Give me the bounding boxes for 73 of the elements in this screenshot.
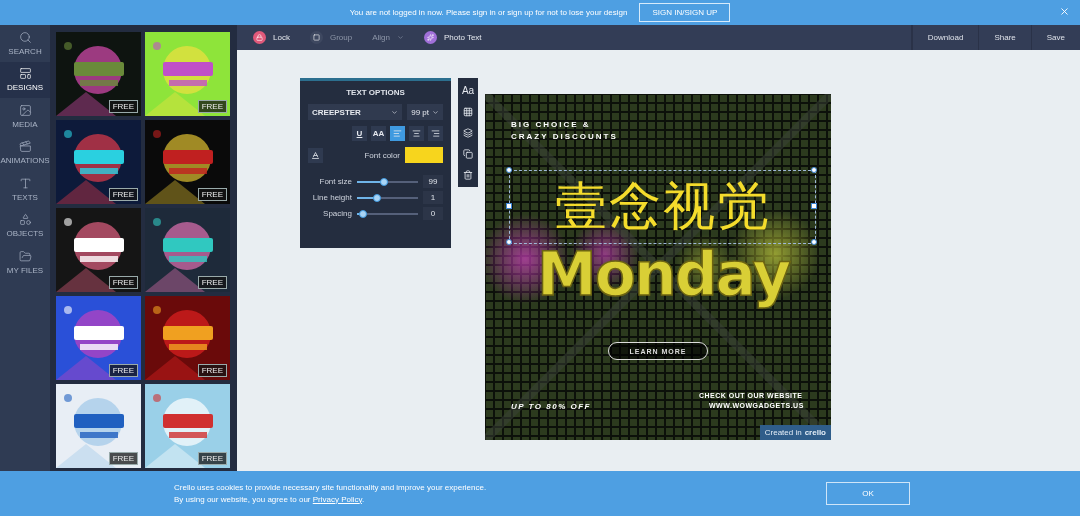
font-color-label: Font color [364, 150, 400, 160]
design-text: UP TO 80% OFF [511, 402, 591, 412]
free-badge: FREE [108, 452, 138, 465]
resize-handle[interactable] [506, 239, 512, 245]
media-icon [18, 103, 32, 117]
align-left-icon [393, 129, 402, 138]
lock-icon [253, 31, 266, 44]
slider-thumb[interactable] [380, 177, 389, 186]
photo-button[interactable]: Photo Text [413, 31, 492, 44]
size-dropdown[interactable]: 99 pt [407, 104, 443, 120]
login-notice: You are not logged in now. Please sign in or sign up for not to lose your design [349, 8, 628, 17]
created-in-badge: Created in crello [759, 425, 831, 440]
design-title: Monday [537, 239, 790, 309]
font-dropdown[interactable]: CREEPSTER [308, 104, 403, 120]
sidebar-item[interactable]: MEDIA [0, 98, 50, 135]
sidebar-item[interactable]: SEARCH [0, 25, 50, 62]
font-color-swatch[interactable] [405, 147, 443, 163]
slider-label: Spacing [322, 209, 352, 218]
style-button[interactable]: AA [371, 126, 386, 141]
free-badge: FREE [197, 100, 227, 113]
toolbar-button[interactable]: Save [1030, 25, 1080, 50]
texts-icon [18, 176, 32, 190]
sidebar-item[interactable]: MY FILES [0, 244, 50, 281]
text-effect-button[interactable] [308, 147, 323, 163]
design-text: BIG CHOICE & [511, 120, 591, 130]
free-badge: FREE [197, 452, 227, 465]
sidebar-item[interactable]: TEXTS [0, 171, 50, 208]
text-baseline-icon [311, 150, 320, 160]
free-badge: FREE [197, 364, 227, 377]
slider-value[interactable]: 0 [423, 207, 443, 220]
free-badge: FREE [108, 188, 138, 201]
free-badge: FREE [108, 276, 138, 289]
style-button[interactable]: U [352, 126, 367, 141]
slider-value[interactable]: 99 [423, 175, 443, 188]
resize-handle[interactable] [506, 167, 512, 173]
sidebar-item[interactable]: DESIGNS [0, 61, 50, 98]
free-badge: FREE [108, 364, 138, 377]
design-text: CRAZY DISCOUNTS [511, 132, 618, 142]
text-tool[interactable]: Aa [458, 80, 478, 101]
align-center-icon [412, 129, 421, 138]
caret-icon [391, 108, 399, 116]
resize-handle[interactable] [811, 239, 817, 245]
resize-handle[interactable] [506, 203, 512, 209]
slider-label: Font size [318, 177, 352, 186]
files-icon [18, 249, 32, 263]
group-icon [309, 31, 323, 44]
toolbar-button[interactable]: Share [978, 25, 1031, 50]
resize-handle[interactable] [811, 203, 817, 209]
free-badge: FREE [197, 188, 227, 201]
slider-thumb[interactable] [359, 209, 368, 218]
align-right-button[interactable] [428, 126, 443, 141]
objects-icon [18, 213, 32, 227]
panel-title: TEXT OPTIONS [345, 87, 406, 99]
free-badge: FREE [108, 100, 138, 113]
close-icon[interactable] [1059, 6, 1070, 17]
align-center-button[interactable] [409, 126, 424, 141]
caret-icon [432, 108, 439, 116]
slider-thumb[interactable] [373, 193, 382, 202]
designs-icon [18, 67, 32, 81]
toolbar-button[interactable]: Download [911, 25, 979, 50]
sidebar-item[interactable]: OBJECTS [0, 207, 50, 244]
search-icon [18, 30, 32, 44]
caret-icon [396, 34, 404, 41]
resize-handle[interactable] [811, 167, 817, 173]
align-right-icon [431, 129, 440, 138]
slider-label: Line height [311, 193, 352, 202]
lock-button[interactable]: Lock [243, 31, 300, 44]
cookie-notice: Crello uses cookies to provide necessary site functionality and improve your experience. By using our website, you agree to our Privacy Policy. [174, 481, 487, 506]
animations-icon [18, 140, 32, 154]
photo-icon [423, 31, 437, 44]
slider-value[interactable]: 1 [423, 191, 443, 204]
free-badge: FREE [197, 276, 227, 289]
sidebar-item[interactable]: ANIMATIONS [0, 134, 50, 171]
